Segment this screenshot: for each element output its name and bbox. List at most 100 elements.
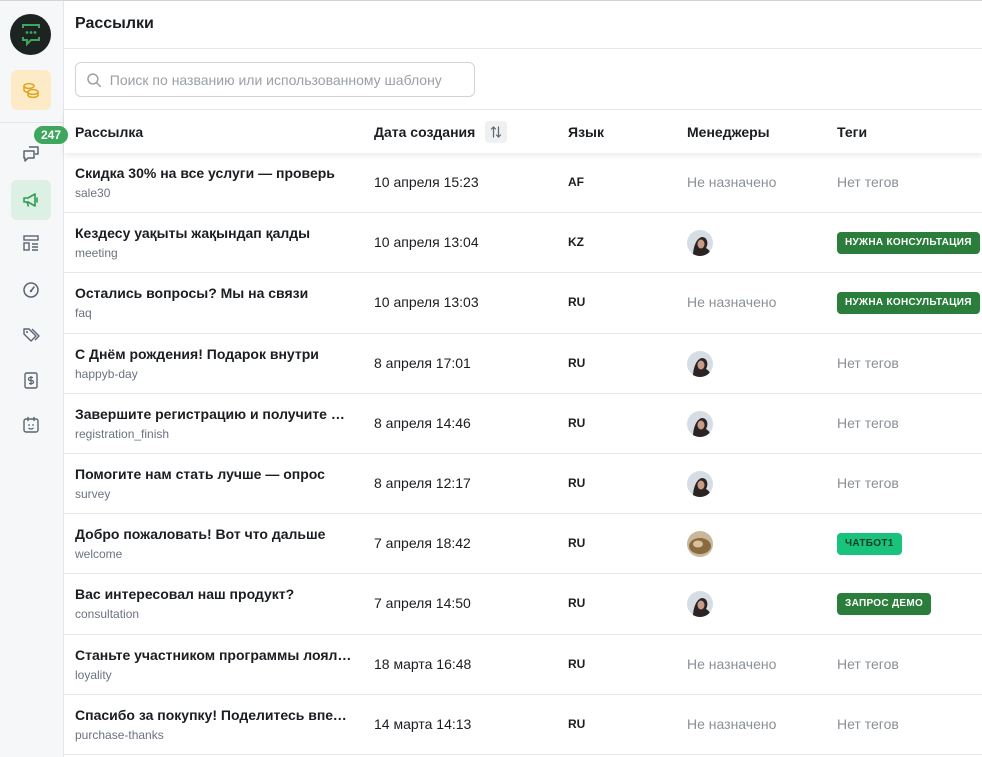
- language-code: AF: [568, 175, 584, 189]
- broadcast-title[interactable]: Завершите регистрацию и получите бонус: [75, 406, 353, 422]
- gauge-icon: [23, 282, 39, 298]
- created-date: 7 апреля 14:50: [374, 595, 471, 612]
- language-code: RU: [568, 656, 586, 671]
- sidebar-item-tags[interactable]: [11, 315, 51, 355]
- manager-unassigned: Не назначено: [687, 294, 777, 311]
- column-header-tags: Теги: [837, 123, 868, 140]
- language-code: RU: [568, 295, 586, 310]
- broadcast-slug: faq: [75, 306, 92, 321]
- bot-calendar-icon: [23, 416, 39, 433]
- created-date: 7 апреля 18:42: [374, 535, 471, 552]
- manager-unassigned: Не назначено: [687, 715, 777, 732]
- tags-empty: Нет тегов: [837, 655, 899, 672]
- sidebar-item-bots[interactable]: [11, 405, 51, 445]
- table-row[interactable]: Скидка 30% на все услуги — проверь sale3…: [64, 153, 982, 214]
- table-row[interactable]: Вас интересовал наш продукт? consultatio…: [64, 574, 982, 635]
- sidebar-item-billing[interactable]: [11, 70, 51, 110]
- sidebar-item-broadcasts[interactable]: [11, 180, 51, 220]
- created-date: 10 апреля 13:03: [374, 294, 479, 311]
- language-code: RU: [568, 475, 586, 490]
- search-bar: [64, 49, 982, 110]
- tags-empty: Нет тегов: [837, 174, 899, 190]
- chat-logo-icon: [21, 23, 40, 46]
- table-row[interactable]: Кездесу уақыты жақындап қалды meeting 10…: [64, 213, 982, 274]
- page-header: Рассылки: [64, 1, 982, 49]
- created-date: 8 апреля 14:46: [374, 414, 471, 431]
- sidebar: 247: [0, 1, 68, 757]
- language-code: RU: [568, 355, 586, 370]
- broadcast-slug: survey: [75, 486, 111, 501]
- tag-badge[interactable]: ЗАПРОС ДЕМО: [837, 593, 932, 616]
- avatar-photo-icon: [687, 230, 713, 257]
- manager-avatar[interactable]: [687, 531, 713, 558]
- tags-empty: Нет тегов: [837, 474, 899, 491]
- column-header-date-label: Дата создания: [374, 123, 476, 140]
- sidebar-item-payments[interactable]: [11, 360, 51, 400]
- search-icon: [87, 72, 102, 87]
- tag-badge[interactable]: НУЖНА КОНСУЛЬТАЦИЯ: [837, 232, 980, 255]
- page-title: Рассылки: [75, 15, 154, 32]
- sidebar-divider: [0, 122, 64, 123]
- tag-badge[interactable]: НУЖНА КОНСУЛЬТАЦИЯ: [837, 292, 980, 315]
- broadcast-title[interactable]: Станьте участником программы лояльности: [75, 647, 353, 663]
- broadcast-title[interactable]: Помогите нам стать лучше — опрос: [75, 466, 353, 482]
- table-row[interactable]: Остались вопросы? Мы на связи faq 10 апр…: [64, 273, 982, 334]
- broadcast-title[interactable]: Вас интересовал наш продукт?: [75, 586, 353, 602]
- broadcast-title[interactable]: Кездесу уақыты жақындап қалды: [75, 225, 353, 241]
- manager-avatar[interactable]: [687, 470, 713, 497]
- broadcast-slug: purchase-thanks: [75, 727, 164, 742]
- manager-avatar[interactable]: [687, 230, 713, 257]
- broadcast-title[interactable]: С Днём рождения! Подарок внутри: [75, 346, 353, 362]
- unread-badge: 247: [34, 126, 68, 144]
- receipt-dollar-icon: [24, 372, 38, 389]
- manager-avatar[interactable]: [687, 591, 713, 618]
- broadcast-slug: registration_finish: [75, 426, 170, 441]
- table-row[interactable]: С Днём рождения! Подарок внутри happyb-d…: [64, 334, 982, 394]
- table-row[interactable]: Спасибо за покупку! Поделитесь впечатлен…: [64, 695, 982, 755]
- manager-avatar[interactable]: [687, 410, 713, 437]
- table-header: Рассылка Дата создания Язык Менеджеры Те…: [64, 110, 982, 153]
- layout-list-icon: [23, 235, 39, 251]
- search-box[interactable]: [75, 62, 475, 97]
- search-input[interactable]: [109, 71, 464, 88]
- avatar-photo-icon: [687, 470, 713, 497]
- language-code: RU: [568, 536, 586, 551]
- coins-icon: [23, 82, 39, 99]
- broadcast-slug: consultation: [75, 607, 140, 622]
- avatar-photo-icon: [687, 410, 713, 437]
- broadcast-title[interactable]: Остались вопросы? Мы на связи: [75, 285, 353, 301]
- table-row[interactable]: Помогите нам стать лучше — опрос survey …: [64, 454, 982, 515]
- broadcast-slug: meeting: [75, 246, 118, 261]
- tags-icon: [23, 328, 40, 342]
- column-header-name: Рассылка: [75, 123, 144, 140]
- column-header-date[interactable]: Дата создания: [374, 120, 508, 143]
- manager-avatar[interactable]: [687, 350, 713, 377]
- column-header-language: Язык: [568, 123, 604, 140]
- broadcast-slug: happyb-day: [75, 366, 138, 381]
- broadcast-title[interactable]: Спасибо за покупку! Поделитесь впечатлен…: [75, 707, 353, 723]
- table-row[interactable]: Добро пожаловать! Вот что дальше welcome…: [64, 514, 982, 575]
- table-row[interactable]: Завершите регистрацию и получите бонус r…: [64, 394, 982, 454]
- table-body: Скидка 30% на все услуги — проверь sale3…: [64, 153, 982, 755]
- broadcast-slug: loyality: [75, 667, 112, 682]
- broadcast-title[interactable]: Добро пожаловать! Вот что дальше: [75, 526, 353, 542]
- broadcast-title[interactable]: Скидка 30% на все услуги — проверь: [75, 165, 353, 181]
- table-row[interactable]: Станьте участником программы лояльности …: [64, 635, 982, 695]
- created-date: 10 апреля 13:04: [374, 234, 479, 251]
- app-logo[interactable]: [10, 14, 51, 55]
- sort-button[interactable]: [485, 120, 508, 143]
- language-code: RU: [568, 596, 586, 611]
- sidebar-item-analytics[interactable]: [11, 270, 51, 310]
- tag-badge[interactable]: ЧАТБОТ1: [837, 533, 902, 556]
- broadcast-slug: welcome: [75, 547, 123, 562]
- created-date: 14 марта 14:13: [374, 715, 472, 732]
- avatar-photo-icon: [687, 591, 713, 618]
- megaphone-icon: [23, 193, 38, 207]
- created-date: 18 марта 16:48: [374, 655, 472, 672]
- language-code: RU: [568, 716, 586, 731]
- avatar-photo-icon: [687, 350, 713, 377]
- chat-bubbles-icon: [23, 146, 39, 162]
- tags-empty: Нет тегов: [837, 414, 899, 431]
- sidebar-item-templates[interactable]: [11, 223, 51, 263]
- manager-unassigned: Не назначено: [687, 174, 777, 190]
